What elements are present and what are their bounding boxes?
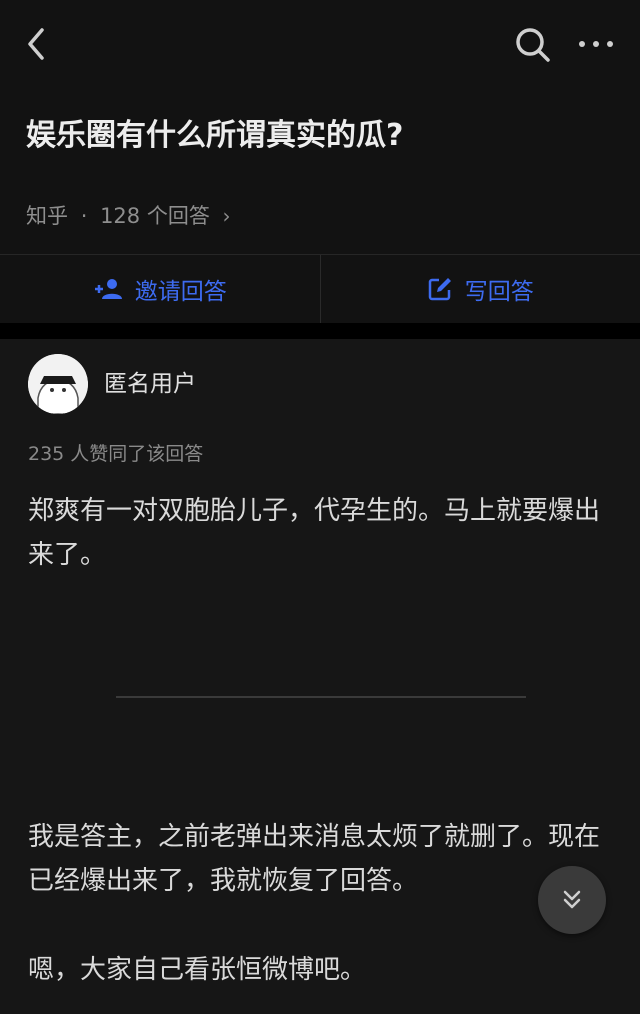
question-meta[interactable]: 知乎 · 128 个回答 › <box>26 196 231 236</box>
search-icon[interactable] <box>512 24 552 64</box>
chevron-right-icon: › <box>222 204 231 228</box>
author-name[interactable]: 匿名用户 <box>104 368 196 400</box>
question-title: 娱乐圈有什么所谓真实的瓜? <box>26 118 404 153</box>
invite-answer-button[interactable]: 邀请回答 <box>0 255 320 323</box>
anonymous-avatar-icon <box>28 354 88 414</box>
scroll-down-button[interactable] <box>538 866 606 934</box>
action-bar: 邀请回答 写回答 <box>0 254 640 323</box>
back-icon[interactable] <box>22 24 54 64</box>
write-answer-button[interactable]: 写回答 <box>321 255 640 323</box>
write-answer-label: 写回答 <box>464 279 534 305</box>
more-icon[interactable] <box>576 24 616 64</box>
answer-paragraph: 我是答主，之前老弹出来消息太烦了就删了。现在已经爆出来了，我就恢复了回答。 <box>28 822 601 896</box>
meta-separator: · <box>80 204 88 228</box>
avatar[interactable] <box>28 354 88 414</box>
section-divider <box>0 323 640 339</box>
vote-count: 235 人赞同了该回答 <box>28 443 204 465</box>
edit-icon <box>428 278 451 301</box>
answer-paragraph: 嗯，大家自己看张恒微博吧。 <box>28 955 367 985</box>
answers-count: 128 个回答 <box>100 204 210 228</box>
top-bar <box>0 0 640 90</box>
double-chevron-down-icon <box>563 890 581 909</box>
answer-paragraph: 郑爽有一对双胞胎儿子，代孕生的。马上就要爆出来了。 <box>28 496 601 570</box>
invite-answer-label: 邀请回答 <box>134 279 227 305</box>
content-divider <box>116 696 526 698</box>
source-label: 知乎 <box>26 204 68 228</box>
add-person-icon <box>94 279 122 299</box>
